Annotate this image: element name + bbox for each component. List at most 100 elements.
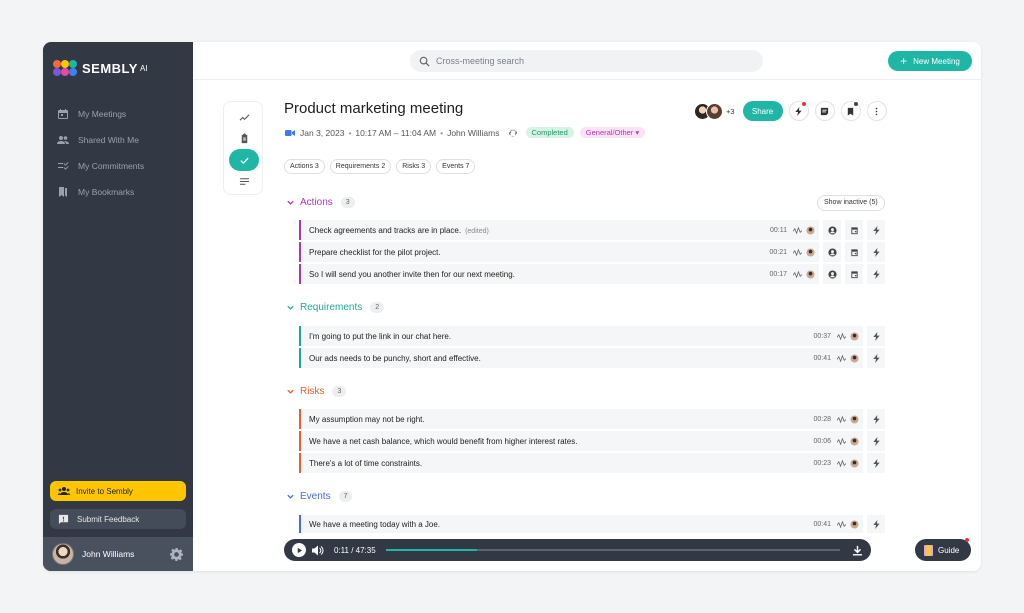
volume-icon[interactable]	[312, 545, 324, 556]
category-dropdown[interactable]: General/Other ▾	[579, 127, 646, 138]
automation-button[interactable]	[865, 220, 885, 240]
table-row[interactable]: Check agreements and tracks are in place…	[299, 220, 819, 240]
invite-button[interactable]: Invite to Sembly	[50, 481, 186, 501]
top-bar: + New Meeting	[193, 42, 981, 80]
waveform-icon[interactable]	[837, 415, 846, 424]
trend-icon	[239, 113, 249, 121]
table-row[interactable]: We have a meeting today with a Joe. 00:4…	[299, 515, 863, 533]
item-text: We have a net cash balance, which would …	[309, 436, 578, 446]
automation-button[interactable]	[865, 515, 885, 533]
brand-name: SEMBLY	[82, 60, 138, 76]
gear-icon[interactable]	[170, 547, 183, 561]
submit-feedback-button[interactable]: Submit Feedback	[50, 509, 186, 529]
waveform-icon[interactable]	[793, 270, 802, 279]
analytics-tab[interactable]	[234, 108, 254, 126]
filter-chip-risks[interactable]: Risks 3	[396, 159, 432, 174]
due-date-button[interactable]	[843, 242, 863, 262]
check-icon	[239, 157, 249, 164]
waveform-icon[interactable]	[793, 248, 802, 257]
filter-chip-events[interactable]: Events 7	[436, 159, 476, 174]
sidebar-item-label: My Commitments	[78, 161, 145, 171]
table-row[interactable]: We have a net cash balance, which would …	[299, 431, 863, 451]
timestamp[interactable]: 00:17	[769, 271, 787, 278]
assign-button[interactable]	[821, 242, 841, 262]
bookmark-button[interactable]	[840, 101, 861, 121]
timestamp[interactable]: 00:41	[813, 521, 831, 528]
due-date-button[interactable]	[843, 220, 863, 240]
meeting-meta: Jan 3, 2023 • 10:17 AM – 11:04 AM • John…	[285, 127, 646, 138]
speaker-avatar-icon	[850, 458, 859, 468]
brand-suffix: AI	[139, 63, 148, 73]
note-icon	[820, 107, 829, 115]
sidebar-item-my-commitments[interactable]: My Commitments	[57, 157, 144, 175]
notes-button[interactable]	[814, 101, 835, 121]
meeting-owner: John Williams	[447, 127, 500, 138]
meeting-date: Jan 3, 2023	[300, 127, 345, 138]
section-header-actions[interactable]: Actions 3	[286, 197, 355, 208]
new-meeting-button[interactable]: + New Meeting	[888, 51, 972, 71]
table-row[interactable]: I'm going to put the link in our chat he…	[299, 326, 863, 346]
participants[interactable]: +3	[694, 102, 735, 120]
play-button[interactable]	[292, 543, 306, 557]
table-row[interactable]: There's a lot of time constraints. 00:23	[299, 453, 863, 473]
sidebar-item-my-meetings[interactable]: My Meetings	[57, 105, 126, 123]
sidebar-item-shared-with-me[interactable]: Shared With Me	[57, 131, 139, 149]
automation-button[interactable]	[865, 326, 885, 346]
timestamp[interactable]: 00:21	[769, 249, 787, 256]
timestamp[interactable]: 00:06	[813, 438, 831, 445]
waveform-icon[interactable]	[793, 226, 802, 235]
table-row[interactable]: Prepare checklist for the pilot project.…	[299, 242, 819, 262]
search-box[interactable]	[410, 50, 763, 72]
more-options-button[interactable]	[866, 101, 887, 121]
sidebar-item-my-bookmarks[interactable]: My Bookmarks	[57, 183, 134, 201]
timestamp[interactable]: 00:11	[770, 227, 787, 234]
timestamp[interactable]: 00:41	[813, 355, 831, 362]
automation-button[interactable]	[865, 409, 885, 429]
item-text: So I will send you another invite then f…	[309, 269, 515, 279]
guide-button[interactable]: Guide	[915, 538, 971, 561]
automation-button[interactable]	[865, 242, 885, 262]
bookmarks-icon	[59, 187, 67, 197]
download-icon[interactable]	[852, 545, 863, 556]
logo[interactable]: SEMBLY AI	[53, 60, 148, 76]
assign-button[interactable]	[821, 220, 841, 240]
assign-button[interactable]	[821, 264, 841, 284]
avatar[interactable]	[52, 543, 74, 565]
transcript-tab[interactable]	[234, 172, 254, 190]
table-row[interactable]: Our ads needs to be punchy, short and ef…	[299, 348, 863, 368]
item-text: There's a lot of time constraints.	[309, 458, 423, 468]
waveform-icon[interactable]	[837, 459, 846, 468]
progress-slider[interactable]	[386, 549, 840, 551]
new-meeting-label: New Meeting	[913, 56, 960, 66]
automation-button[interactable]	[865, 431, 885, 451]
section-count: 2	[370, 302, 385, 313]
timestamp[interactable]: 00:23	[813, 460, 831, 467]
automation-button[interactable]	[788, 101, 809, 121]
tasks-tab-active[interactable]	[229, 149, 259, 171]
group-icon	[58, 487, 70, 495]
section-header-risks[interactable]: Risks 3	[286, 386, 347, 397]
section-header-events[interactable]: Events 7	[286, 491, 353, 502]
timestamp[interactable]: 00:37	[813, 333, 831, 340]
show-inactive-button[interactable]: Show inactive (5)	[817, 195, 885, 211]
automation-button[interactable]	[865, 348, 885, 368]
search-input[interactable]	[436, 56, 736, 66]
automation-button[interactable]	[865, 453, 885, 473]
waveform-icon[interactable]	[837, 354, 846, 363]
due-date-button[interactable]	[843, 264, 863, 284]
waveform-icon[interactable]	[837, 520, 846, 529]
automation-button[interactable]	[865, 264, 885, 284]
speaker-avatar-icon	[850, 519, 859, 529]
waveform-icon[interactable]	[837, 437, 846, 446]
search-icon	[419, 56, 430, 67]
section-header-requirements[interactable]: Requirements 2	[286, 302, 385, 313]
table-row[interactable]: My assumption may not be right. 00:28	[299, 409, 863, 429]
notes-tab[interactable]	[234, 129, 254, 147]
filter-chip-actions[interactable]: Actions 3	[284, 159, 325, 174]
timestamp[interactable]: 00:28	[813, 416, 831, 423]
sidebar-item-label: My Meetings	[78, 109, 127, 119]
filter-chip-requirements[interactable]: Requirements 2	[329, 159, 392, 174]
share-button[interactable]: Share	[742, 101, 783, 121]
table-row[interactable]: So I will send you another invite then f…	[299, 264, 819, 284]
waveform-icon[interactable]	[837, 332, 846, 341]
